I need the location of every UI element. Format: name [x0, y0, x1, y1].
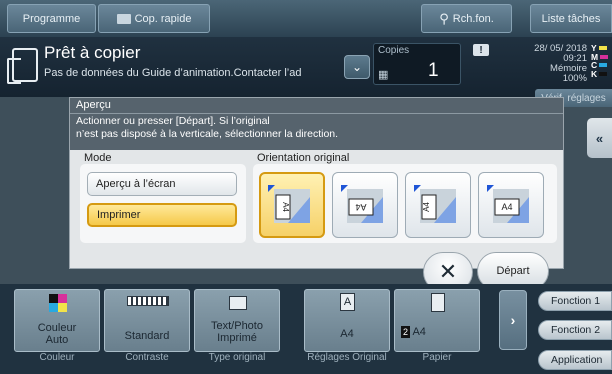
function1-button[interactable]: Fonction 1 — [538, 291, 612, 311]
toner-levels: Y M C K — [591, 44, 609, 79]
screen-preview-button[interactable]: Aperçu à l’écran — [87, 172, 237, 196]
original-settings-value: A4 — [340, 328, 354, 340]
dialog-title: Aperçu — [76, 99, 111, 111]
task-list-button[interactable]: Liste tâches — [530, 4, 612, 33]
svg-text:A4: A4 — [281, 202, 290, 212]
orientation-right-icon: A4 — [487, 185, 529, 223]
orientation-right-button[interactable]: A4 — [478, 172, 544, 238]
status-message: Pas de données du Guide d’animation.Cont… — [44, 67, 302, 79]
program-button[interactable]: Programme — [7, 4, 96, 33]
next-functions-button[interactable]: › — [499, 290, 527, 350]
chevron-right-icon: › — [510, 312, 516, 328]
orientation-label: Orientation original — [257, 152, 350, 164]
density-function-button[interactable]: Standard — [104, 289, 190, 352]
paper-icon — [431, 293, 445, 312]
paper-caption: Papier — [422, 352, 452, 363]
memory-value: 100% — [562, 73, 587, 84]
density-icon — [127, 296, 169, 306]
copies-value: 1 — [428, 60, 439, 81]
task-list-label: Liste tâches — [541, 12, 601, 25]
program-label: Programme — [22, 12, 81, 25]
mode-label: Mode — [84, 152, 112, 164]
application-button[interactable]: Application — [538, 350, 612, 370]
quick-copy-button[interactable]: Cop. rapide — [98, 4, 210, 33]
quick-copy-label: Cop. rapide — [134, 12, 192, 25]
chevron-down-icon: ⌄ — [351, 60, 363, 74]
orientation-bottom-button[interactable]: A4 — [405, 172, 471, 238]
close-icon: ✕ — [438, 259, 458, 284]
paper-function-button[interactable]: 2 A4 — [394, 289, 480, 352]
toner-k-letter: K — [591, 68, 598, 79]
tray-badge: 2 — [401, 326, 411, 338]
orientation-top-button[interactable]: A4 — [259, 172, 325, 238]
color-value: Couleur Auto — [37, 322, 77, 346]
original-settings-icon: A — [340, 293, 355, 311]
function2-button[interactable]: Fonction 2 — [538, 320, 612, 340]
print-preview-label: Imprimer — [97, 209, 141, 221]
dialog-divider — [70, 113, 563, 114]
copies-label: Copies — [378, 45, 410, 56]
orientation-left-button[interactable]: A4 — [332, 172, 398, 238]
density-caption: Contraste — [125, 352, 169, 363]
double-chevron-left-icon: « — [595, 130, 604, 146]
color-caption: Couleur — [39, 352, 75, 363]
page-title: Prêt à copier — [44, 43, 141, 62]
keypad-icon: ▦ — [378, 69, 389, 81]
dialog-message: Actionner ou presser [Départ]. Si l’orig… — [76, 115, 556, 141]
svg-text:A4: A4 — [501, 202, 512, 212]
original-type-value: Text/Photo Imprimé — [211, 320, 263, 344]
dialog-message-line2: n’est pas disposé à la verticale, sélect… — [76, 128, 339, 140]
density-value: Standard — [124, 330, 170, 342]
side-panel-arrow[interactable]: « — [587, 118, 612, 158]
original-type-caption: Type original — [208, 352, 266, 363]
function1-label: Fonction 1 — [551, 295, 601, 307]
start-label: Départ — [496, 265, 530, 277]
original-type-function-button[interactable]: Text/Photo Imprimé — [194, 289, 280, 352]
search-function-button[interactable]: ⚲ Rch.fon. — [421, 4, 512, 33]
dialog-message-line1: Actionner ou presser [Départ]. Si l’orig… — [76, 115, 270, 127]
date-time-display: 28/ 05/ 2018 09:21 Mémoire 100% — [517, 44, 587, 84]
toner-k: K — [591, 68, 608, 79]
color-icon — [49, 294, 67, 312]
color-function-button[interactable]: Couleur Auto — [14, 289, 100, 352]
svg-text:A4: A4 — [422, 202, 431, 212]
original-settings-function-button[interactable]: A A4 — [304, 289, 390, 352]
quick-copy-icon — [116, 13, 131, 24]
orientation-bottom-icon: A4 — [414, 185, 456, 223]
svg-text:A4: A4 — [355, 202, 366, 212]
alert-icon[interactable]: ! — [473, 44, 489, 56]
search-icon: ⚲ — [439, 10, 449, 26]
application-label: Application — [551, 354, 603, 366]
orientation-top-icon: A4 — [268, 185, 310, 223]
screen-preview-label: Aperçu à l’écran — [96, 178, 176, 190]
function2-label: Fonction 2 — [551, 324, 601, 336]
original-settings-caption: Réglages Original — [307, 352, 387, 363]
print-preview-button[interactable]: Imprimer — [87, 203, 237, 227]
paper-value: A4 — [412, 326, 426, 338]
orientation-left-icon: A4 — [341, 185, 383, 223]
paper-value-wrap: 2 A4 — [395, 326, 479, 338]
original-type-icon — [229, 296, 247, 310]
copy-document-icon — [7, 48, 38, 84]
search-function-label: Rch.fon. — [452, 12, 494, 25]
message-dropdown-button[interactable]: ⌄ — [344, 55, 370, 79]
